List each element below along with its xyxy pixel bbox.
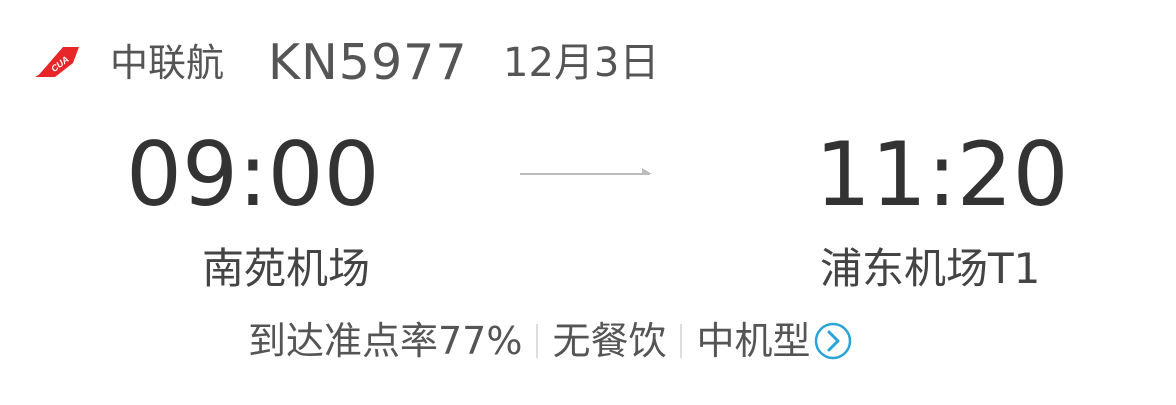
departure-airport: 南苑机场 — [202, 244, 371, 293]
arrival-time: 11:20 — [815, 123, 1069, 226]
flight-arrow-icon — [520, 168, 652, 175]
divider — [680, 324, 683, 358]
on-time-rate: 到达准点率77% — [248, 319, 523, 363]
airline-logo-icon: CUA — [35, 47, 79, 77]
flight-number: KN5977 — [268, 34, 468, 91]
arrival-airport: 浦东机场T1 — [820, 244, 1041, 293]
meal-info: 无餐饮 — [552, 319, 667, 363]
airline-name: 中联航 — [110, 41, 225, 85]
flight-date: 12月3日 — [503, 40, 660, 86]
aircraft-detail-button[interactable]: 中机型 — [696, 314, 852, 368]
departure-time: 09:00 — [126, 123, 380, 226]
aircraft-size: 中机型 — [696, 319, 811, 363]
flight-info-row: 到达准点率77% 无餐饮 中机型 — [248, 314, 853, 368]
chevron-right-circle-icon[interactable] — [813, 321, 853, 361]
flight-card[interactable]: CUA 中联航 KN5977 12月3日 09:00 11:20 南苑机场 浦东… — [0, 0, 1176, 405]
divider — [536, 324, 539, 358]
